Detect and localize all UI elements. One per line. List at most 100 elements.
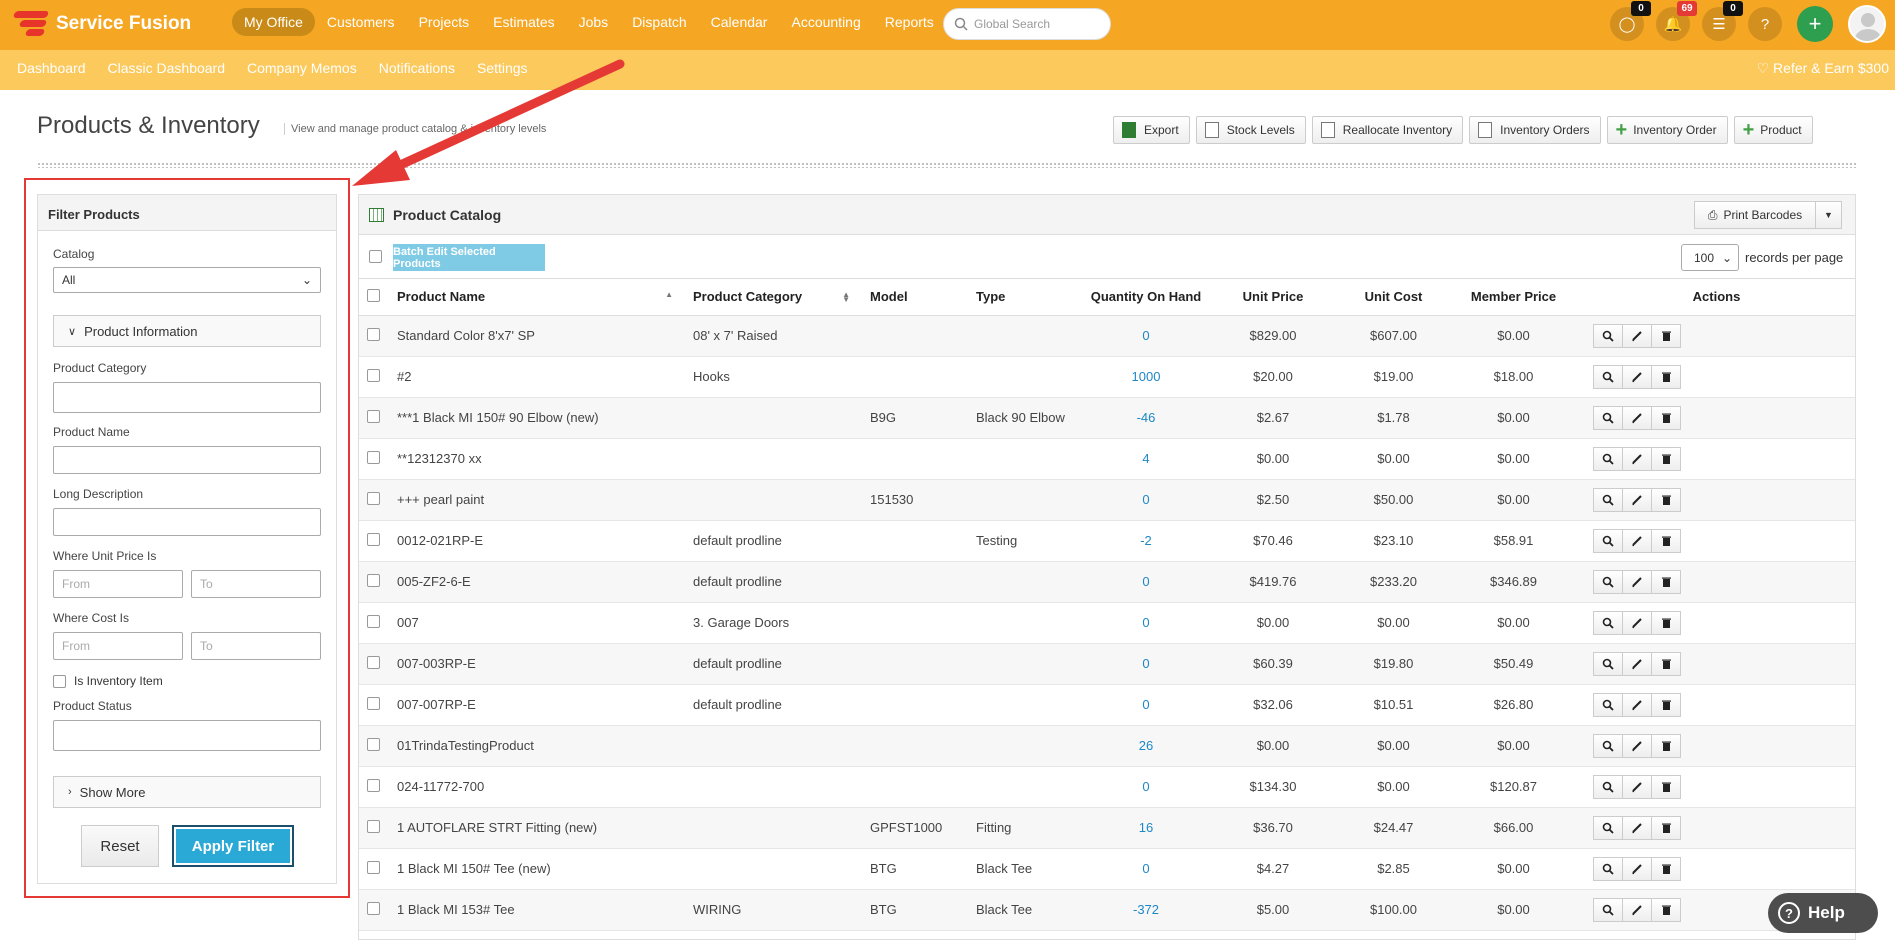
- delete-button[interactable]: [1651, 569, 1681, 594]
- reallocate-inventory-button[interactable]: Reallocate Inventory: [1311, 116, 1464, 144]
- nav-item-customers[interactable]: Customers: [315, 8, 407, 36]
- user-avatar[interactable]: [1848, 5, 1886, 43]
- row-checkbox[interactable]: [367, 655, 380, 669]
- edit-button[interactable]: [1622, 692, 1652, 717]
- edit-button[interactable]: [1622, 856, 1652, 881]
- nav-item-accounting[interactable]: Accounting: [779, 8, 872, 36]
- quantity-link[interactable]: 1000: [1082, 356, 1210, 398]
- row-checkbox[interactable]: [367, 901, 380, 915]
- delete-button[interactable]: [1651, 897, 1681, 922]
- delete-button[interactable]: [1651, 364, 1681, 389]
- edit-button[interactable]: [1622, 815, 1652, 840]
- row-checkbox[interactable]: [367, 491, 380, 505]
- subnav-item-settings[interactable]: Settings: [466, 60, 539, 76]
- edit-button[interactable]: [1622, 528, 1652, 553]
- row-checkbox[interactable]: [367, 532, 380, 546]
- nav-item-dispatch[interactable]: Dispatch: [620, 8, 698, 36]
- view-button[interactable]: [1593, 405, 1623, 430]
- subnav-item-dashboard[interactable]: Dashboard: [6, 60, 97, 76]
- print-barcodes-dropdown[interactable]: ▼: [1816, 201, 1842, 229]
- quantity-link[interactable]: 26: [1082, 725, 1210, 767]
- subnav-item-classic-dashboard[interactable]: Classic Dashboard: [97, 60, 237, 76]
- quantity-link[interactable]: 0: [1082, 315, 1210, 357]
- delete-button[interactable]: [1651, 692, 1681, 717]
- select-all-checkbox[interactable]: [369, 250, 382, 263]
- quantity-link[interactable]: 0: [1082, 684, 1210, 726]
- quantity-link[interactable]: 0: [1082, 848, 1210, 890]
- view-button[interactable]: [1593, 610, 1623, 635]
- view-button[interactable]: [1593, 692, 1623, 717]
- view-button[interactable]: [1593, 651, 1623, 676]
- edit-button[interactable]: [1622, 774, 1652, 799]
- edit-button[interactable]: [1622, 651, 1652, 676]
- quantity-link[interactable]: -372: [1082, 889, 1210, 931]
- edit-button[interactable]: [1622, 610, 1652, 635]
- print-barcodes-button[interactable]: ⎙ Print Barcodes: [1694, 201, 1816, 229]
- quantity-link[interactable]: 0: [1082, 561, 1210, 603]
- stock-levels-button[interactable]: Stock Levels: [1195, 116, 1306, 144]
- nav-item-projects[interactable]: Projects: [407, 8, 482, 36]
- quantity-link[interactable]: -2: [1082, 520, 1210, 562]
- tasks-button[interactable]: ☰ 0: [1702, 1, 1743, 41]
- edit-button[interactable]: [1622, 733, 1652, 758]
- row-checkbox[interactable]: [367, 327, 380, 341]
- view-button[interactable]: [1593, 487, 1623, 512]
- batch-edit-button[interactable]: Batch Edit Selected Products: [393, 244, 545, 271]
- edit-button[interactable]: [1622, 323, 1652, 348]
- view-button[interactable]: [1593, 528, 1623, 553]
- header-checkbox[interactable]: [367, 288, 380, 302]
- edit-button[interactable]: [1622, 897, 1652, 922]
- row-checkbox[interactable]: [367, 450, 380, 464]
- chat-button[interactable]: ◯ 0: [1610, 1, 1651, 41]
- row-checkbox[interactable]: [367, 737, 380, 751]
- quantity-link[interactable]: 0: [1082, 766, 1210, 808]
- column-product-name[interactable]: Product Name ▲: [389, 279, 685, 316]
- nav-item-estimates[interactable]: Estimates: [481, 8, 566, 36]
- row-checkbox[interactable]: [367, 778, 380, 792]
- export-button[interactable]: Export: [1113, 116, 1190, 144]
- edit-button[interactable]: [1622, 364, 1652, 389]
- delete-button[interactable]: [1651, 856, 1681, 881]
- quantity-link[interactable]: 0: [1082, 643, 1210, 685]
- nav-item-reports[interactable]: Reports: [873, 8, 946, 36]
- view-button[interactable]: [1593, 569, 1623, 594]
- nav-item-my-office[interactable]: My Office: [232, 8, 315, 36]
- subnav-item-notifications[interactable]: Notifications: [368, 60, 466, 76]
- delete-button[interactable]: [1651, 446, 1681, 471]
- refer-earn-link[interactable]: ♡ Refer & Earn $300: [1757, 60, 1889, 77]
- global-search-input[interactable]: [974, 17, 1094, 31]
- row-checkbox[interactable]: [367, 696, 380, 710]
- edit-button[interactable]: [1622, 569, 1652, 594]
- edit-button[interactable]: [1622, 405, 1652, 430]
- view-button[interactable]: [1593, 446, 1623, 471]
- delete-button[interactable]: [1651, 815, 1681, 840]
- nav-item-jobs[interactable]: Jobs: [567, 8, 621, 36]
- quantity-link[interactable]: 0: [1082, 602, 1210, 644]
- add-inventory-order-button[interactable]: + Inventory Order: [1606, 116, 1728, 144]
- notifications-button[interactable]: 🔔 69: [1656, 1, 1697, 41]
- view-button[interactable]: [1593, 856, 1623, 881]
- quantity-link[interactable]: 4: [1082, 438, 1210, 480]
- column-product-category[interactable]: Product Category ▲ ▼: [685, 279, 862, 316]
- help-menu-button[interactable]: ?: [1748, 7, 1782, 41]
- service-fusion-logo[interactable]: Service Fusion: [12, 8, 191, 40]
- row-checkbox[interactable]: [367, 819, 380, 833]
- help-button[interactable]: ? Help: [1768, 893, 1878, 933]
- delete-button[interactable]: [1651, 487, 1681, 512]
- subnav-item-company-memos[interactable]: Company Memos: [236, 60, 368, 76]
- row-checkbox[interactable]: [367, 573, 380, 587]
- row-checkbox[interactable]: [367, 368, 380, 382]
- view-button[interactable]: [1593, 897, 1623, 922]
- row-checkbox[interactable]: [367, 860, 380, 874]
- quantity-link[interactable]: 16: [1082, 807, 1210, 849]
- view-button[interactable]: [1593, 364, 1623, 389]
- nav-item-calendar[interactable]: Calendar: [699, 8, 780, 36]
- delete-button[interactable]: [1651, 610, 1681, 635]
- edit-button[interactable]: [1622, 487, 1652, 512]
- add-product-button[interactable]: + Product: [1733, 116, 1813, 144]
- view-button[interactable]: [1593, 733, 1623, 758]
- records-per-page-select[interactable]: 100 ⌄: [1681, 244, 1739, 271]
- quantity-link[interactable]: 0: [1082, 479, 1210, 521]
- view-button[interactable]: [1593, 815, 1623, 840]
- delete-button[interactable]: [1651, 405, 1681, 430]
